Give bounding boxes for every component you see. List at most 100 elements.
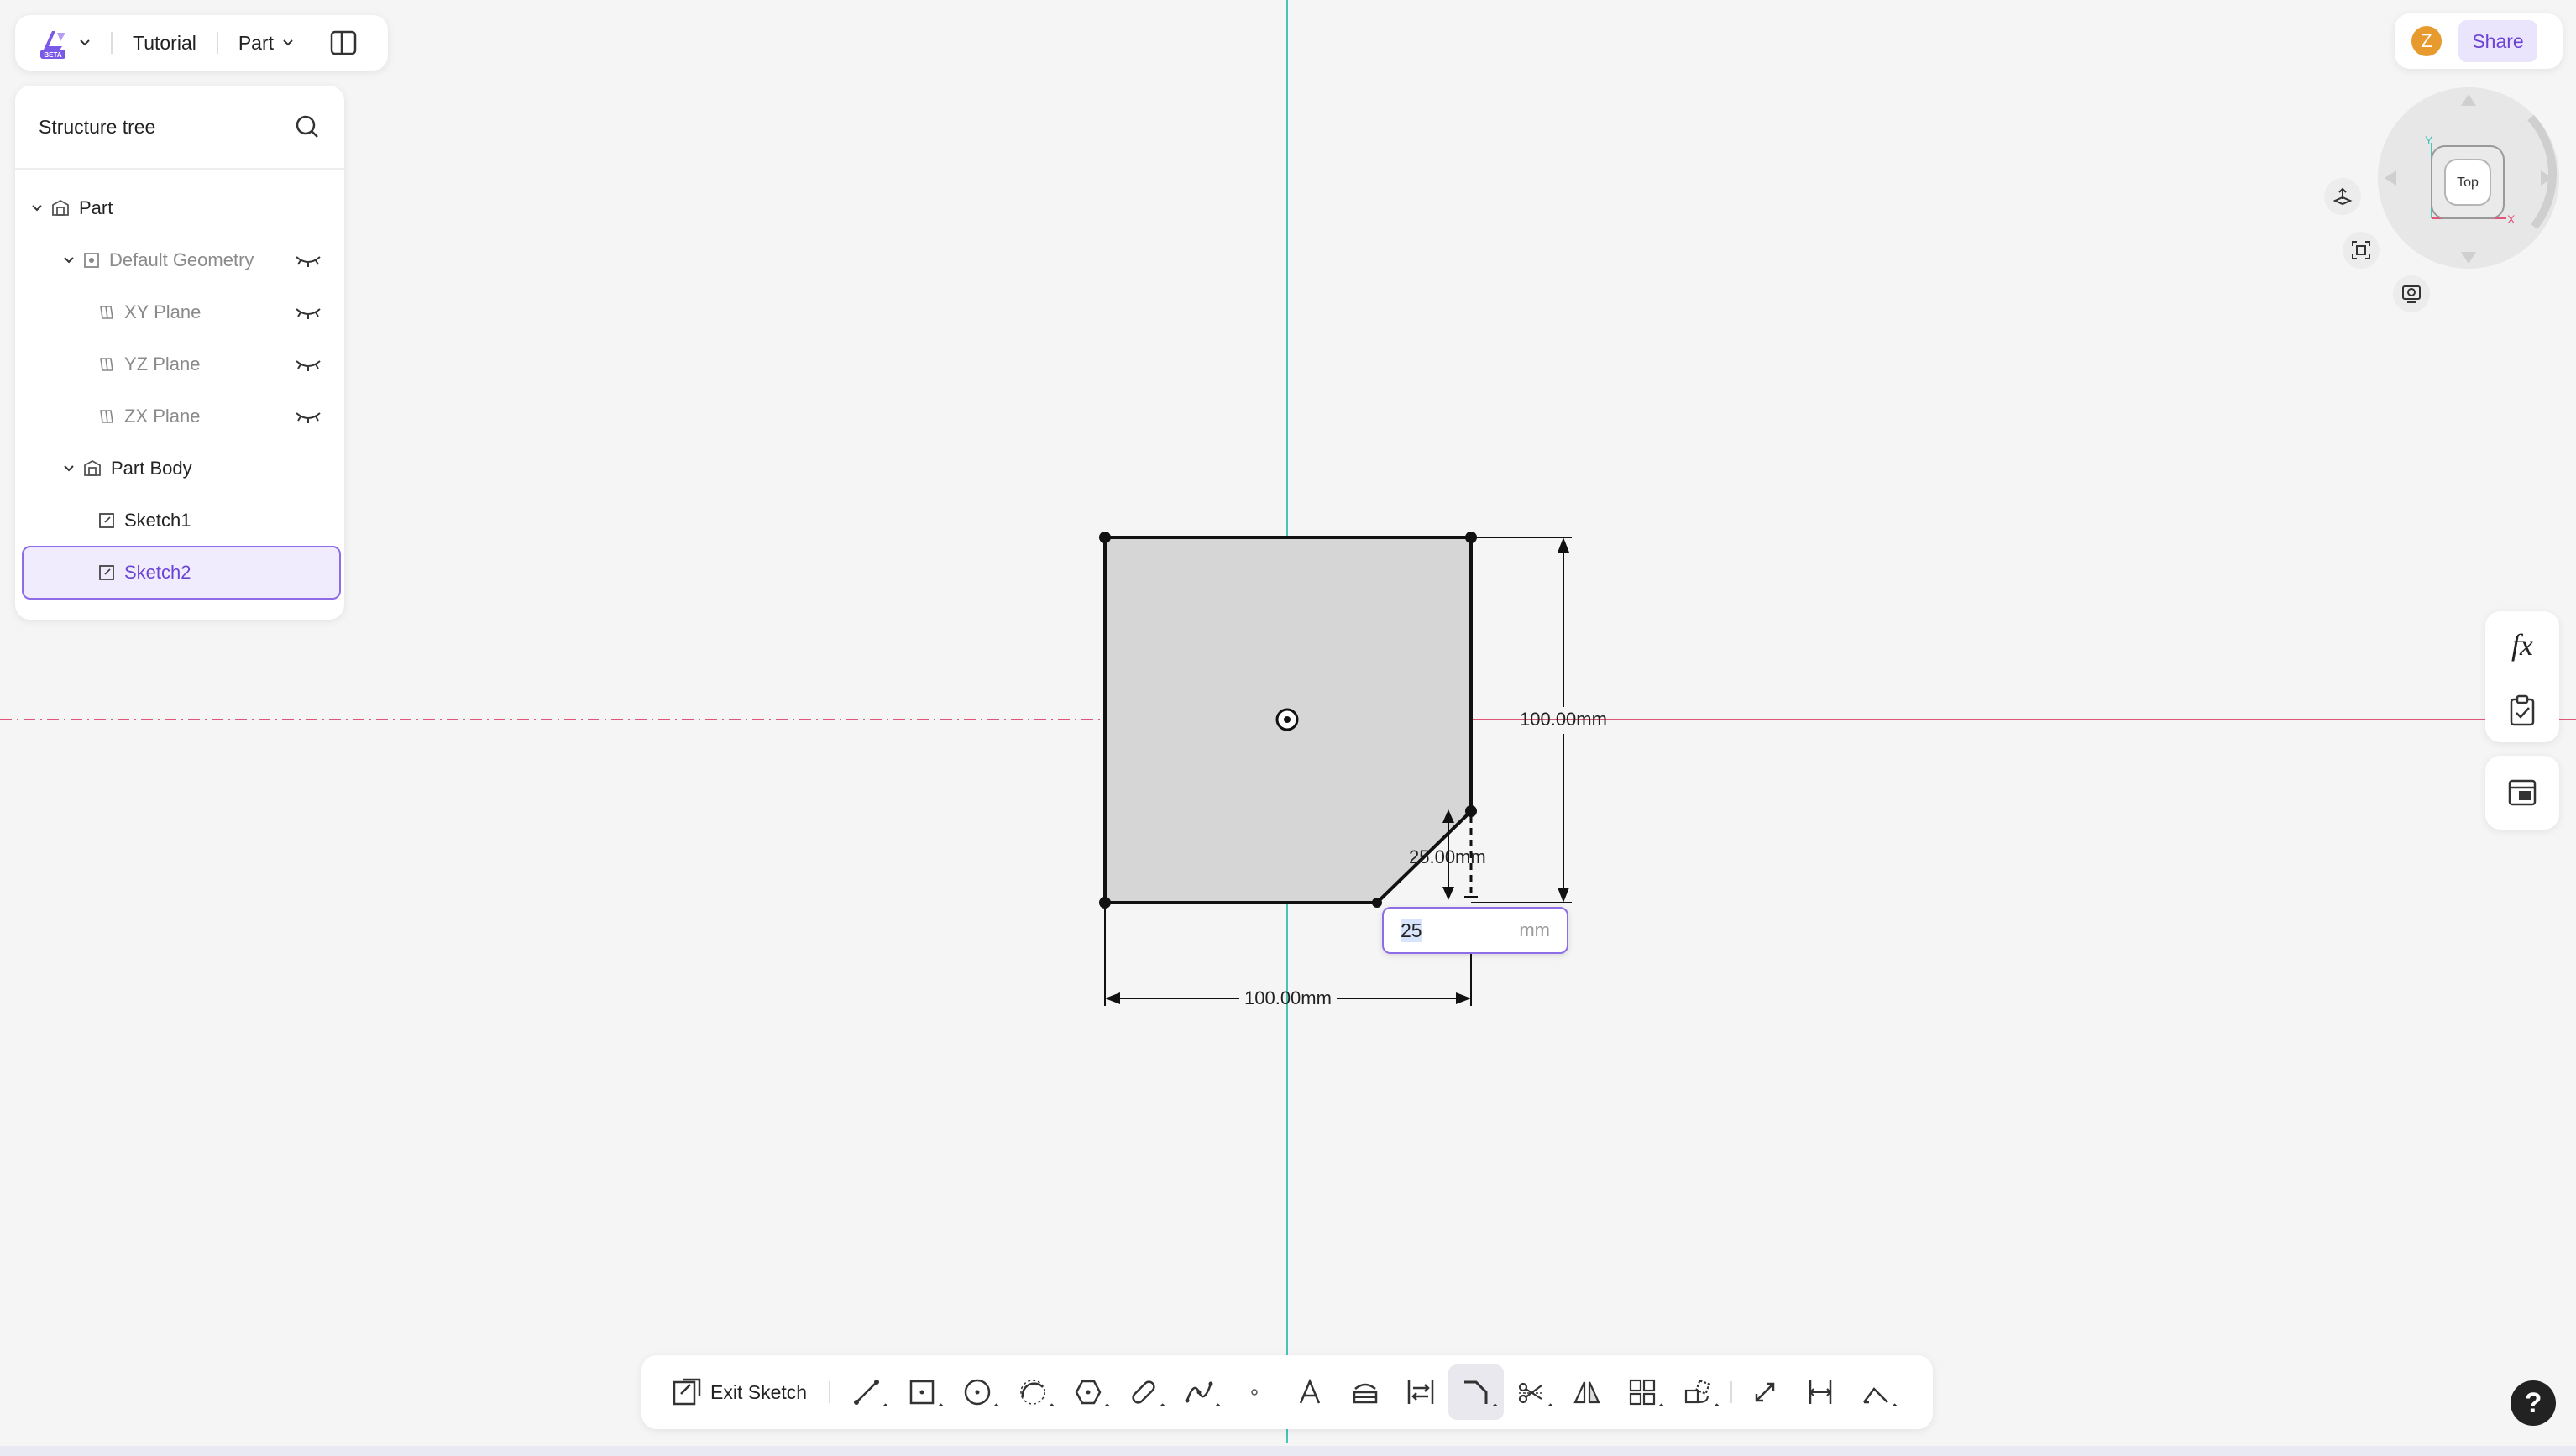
arc-icon	[1020, 1380, 1045, 1405]
pattern-tool[interactable]	[1615, 1364, 1670, 1420]
tree-item-part[interactable]: Part	[15, 185, 344, 232]
chevron-down-icon[interactable]	[62, 254, 76, 267]
share-button[interactable]: Share	[2458, 20, 2537, 62]
mode-label: Part	[238, 31, 275, 54]
dimension-icon	[1809, 1380, 1832, 1404]
structure-tree-title: Structure tree	[39, 115, 156, 138]
toggle-panel-button[interactable]	[329, 29, 358, 57]
vertex-point[interactable]	[1372, 898, 1382, 908]
sketch-icon	[99, 565, 114, 580]
convert-tool[interactable]	[1393, 1364, 1448, 1420]
origin-dot	[1284, 716, 1291, 723]
dimension-tool[interactable]	[1793, 1364, 1848, 1420]
table-icon[interactable]	[2507, 778, 2537, 807]
avatar[interactable]: Z	[2411, 26, 2442, 56]
tree-item-sketch1[interactable]: Sketch1	[15, 497, 344, 544]
part-body-icon	[84, 459, 101, 476]
spline-icon	[1185, 1381, 1213, 1403]
slot-tool[interactable]	[1116, 1364, 1171, 1420]
plane-icon	[100, 410, 113, 423]
text-tool[interactable]	[1282, 1364, 1338, 1420]
plane-icon	[100, 358, 113, 371]
chevron-down-icon[interactable]	[30, 202, 44, 215]
slot-icon	[1132, 1380, 1155, 1404]
sketch-toolbar: Exit Sketch	[641, 1355, 1933, 1429]
exit-sketch-label: Exit Sketch	[710, 1380, 808, 1403]
geometry-icon	[84, 253, 99, 268]
view-normal-button[interactable]	[2324, 178, 2361, 215]
divider	[829, 1381, 831, 1403]
clipboard-check-icon[interactable]	[2508, 694, 2537, 726]
height-dimension-label[interactable]: 100.00mm	[1520, 709, 1607, 731]
view-cube[interactable]: Y X Top	[2368, 84, 2561, 311]
tree-item-label: Part	[79, 197, 113, 218]
circle-tool[interactable]	[950, 1364, 1005, 1420]
tree-item-default-geometry[interactable]: Default Geometry	[15, 237, 344, 284]
tree-item-yz-plane[interactable]: YZ Plane	[15, 341, 344, 388]
arrow-head	[1442, 887, 1454, 900]
eye-closed-icon[interactable]	[294, 408, 322, 425]
normal-view-icon	[2333, 187, 2353, 206]
tree-item-label: ZX Plane	[124, 406, 201, 427]
eye-closed-icon[interactable]	[294, 356, 322, 373]
display-mode-button[interactable]	[2393, 275, 2430, 312]
fit-view-button[interactable]	[2343, 232, 2380, 269]
app-menu[interactable]: BETA	[37, 26, 92, 60]
search-icon[interactable]	[294, 113, 321, 140]
arc-tool[interactable]	[1005, 1364, 1060, 1420]
tree-item-label: Part Body	[111, 458, 192, 479]
exit-sketch-button[interactable]: Exit Sketch	[658, 1364, 820, 1420]
tree-item-sketch2[interactable]: Sketch2	[22, 546, 341, 600]
convert-icon	[1407, 1380, 1434, 1404]
arrow-head	[1558, 537, 1569, 553]
divider	[1730, 1381, 1733, 1403]
dimension-input[interactable]: 25 mm	[1382, 907, 1568, 954]
beta-badge: BETA	[44, 51, 61, 59]
chamfer-icon	[1464, 1380, 1488, 1404]
text-icon	[1299, 1378, 1321, 1404]
transform-tool[interactable]	[1670, 1364, 1725, 1420]
chamfer-dimension-label[interactable]: 25.00mm	[1409, 846, 1486, 868]
help-button[interactable]: ?	[2511, 1380, 2556, 1426]
plane-icon	[100, 306, 113, 319]
tree-item-zx-plane[interactable]: ZX Plane	[15, 393, 344, 440]
trim-tool[interactable]	[1504, 1364, 1559, 1420]
panel-toggle-icon	[330, 30, 357, 55]
tree-item-label: XY Plane	[124, 301, 202, 322]
line-tool[interactable]	[839, 1364, 894, 1420]
divider	[216, 32, 218, 54]
polygon-tool[interactable]	[1060, 1364, 1116, 1420]
mode-selector[interactable]: Part	[238, 32, 296, 55]
exit-sketch-icon	[673, 1378, 701, 1406]
tree-item-label: Default Geometry	[109, 249, 254, 270]
line-icon	[854, 1380, 880, 1405]
app-logo-icon: BETA	[40, 31, 65, 59]
dimension-input-value[interactable]: 25	[1401, 919, 1422, 942]
project-tool[interactable]	[1338, 1364, 1393, 1420]
constraint-icon	[1863, 1387, 1888, 1404]
vertex-point[interactable]	[1099, 532, 1111, 543]
vertex-point[interactable]	[1465, 805, 1477, 817]
mirror-tool[interactable]	[1559, 1364, 1615, 1420]
eye-closed-icon[interactable]	[294, 304, 322, 321]
tree-item-xy-plane[interactable]: XY Plane	[15, 289, 344, 336]
arrow-head	[1558, 888, 1569, 903]
point-tool[interactable]	[1227, 1364, 1282, 1420]
chevron-down-icon[interactable]	[62, 462, 76, 475]
constraint-tool[interactable]	[1848, 1364, 1903, 1420]
document-name[interactable]: Tutorial	[133, 32, 196, 55]
rectangle-tool[interactable]	[894, 1364, 950, 1420]
offset-tool[interactable]	[1737, 1364, 1793, 1420]
right-tool-panel-2	[2485, 756, 2559, 830]
sketch-canvas[interactable]	[0, 0, 2576, 1456]
tree-item-part-body[interactable]: Part Body	[15, 445, 344, 492]
top-bar: BETA Tutorial Part	[15, 15, 388, 71]
formula-button[interactable]: fx	[2511, 627, 2533, 663]
fillet-chamfer-tool[interactable]	[1448, 1364, 1505, 1420]
tree-item-label: YZ Plane	[124, 354, 201, 374]
spline-tool[interactable]	[1171, 1364, 1227, 1420]
part-icon	[52, 199, 69, 216]
eye-closed-icon[interactable]	[294, 252, 322, 269]
width-dimension-label[interactable]: 100.00mm	[1244, 987, 1332, 1009]
fit-view-icon	[2352, 241, 2370, 259]
